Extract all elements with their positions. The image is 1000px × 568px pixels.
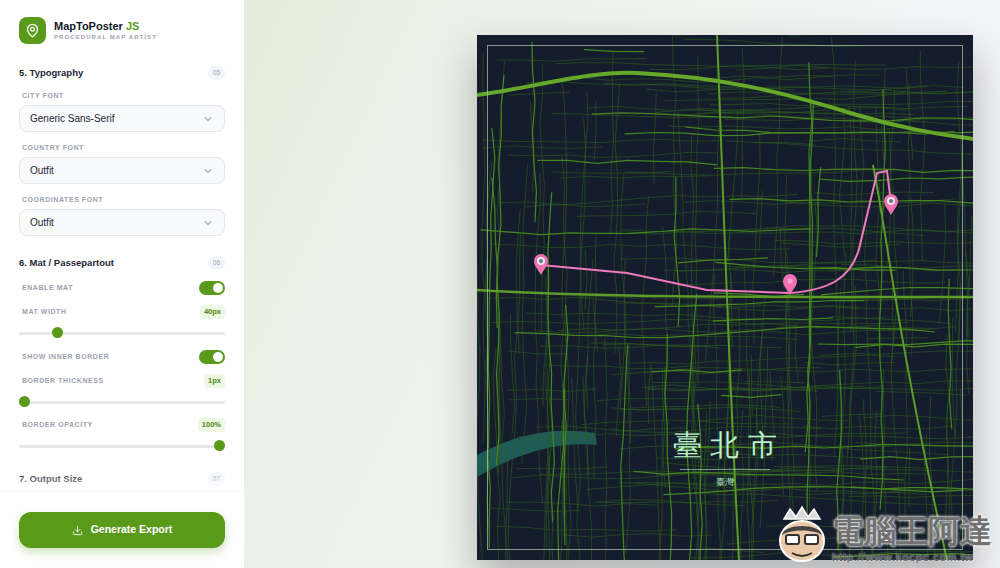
section-title: 7. Output Size (19, 472, 82, 486)
font-select[interactable]: Outfit (19, 157, 225, 184)
section-number: 06 (208, 256, 225, 270)
toggle-row: SHOW INNER BORDER (22, 350, 225, 364)
slider[interactable] (19, 440, 225, 452)
chevron-down-icon (202, 165, 214, 177)
preview-area: 臺北市臺灣電腦王阿達http://www.kocpc.com.tw (245, 0, 1000, 568)
slider-thumb[interactable] (19, 396, 30, 407)
slider[interactable] (19, 327, 225, 339)
select-field: COORDINATES FONT Outfit (19, 195, 225, 236)
field-label: COORDINATES FONT (22, 195, 225, 204)
section-title: 6. Mat / Passepartout (19, 256, 114, 270)
settings-section: 6. Mat / Passepartout 06 ENABLE MAT MAT WID… (19, 254, 225, 452)
select-field: CITY FONT Generic Sans-Serif (19, 91, 225, 132)
settings-section: 7. Output Size 07 (19, 470, 225, 488)
section-number: 05 (208, 66, 225, 80)
section-title: 5. Typography (19, 66, 83, 80)
caption-divider (680, 469, 770, 470)
slider-row: MAT WIDTH 40px (19, 306, 225, 339)
field-label: MAT WIDTH (22, 307, 67, 318)
toggle-switch[interactable] (199, 281, 225, 295)
poster-caption: 臺北市臺灣 (477, 427, 973, 488)
map-pin-icon (884, 194, 898, 215)
font-select[interactable]: Outfit (19, 209, 225, 236)
slider-row: BORDER THICKNESS 1px (19, 375, 225, 408)
select-field: COUNTRY FONT Outfit (19, 143, 225, 184)
value-badge: 1px (204, 374, 225, 387)
slider-thumb[interactable] (52, 327, 63, 338)
settings-section: 5. Typography 05 CITY FONT Generic Sans-Ser… (19, 64, 225, 236)
country-name: 臺灣 (716, 476, 734, 488)
generate-export-button[interactable]: Generate Export (19, 512, 225, 548)
export-bar: Generate Export (0, 491, 244, 568)
section-number: 07 (208, 472, 225, 486)
logo (19, 17, 46, 44)
sidebar: MapToPoster JSPROCEDURAL MAP ARTIST5. Ty… (0, 0, 245, 568)
field-label: BORDER THICKNESS (22, 376, 104, 387)
settings-scroll: 5. Typography 05 CITY FONT Generic Sans-Ser… (0, 60, 244, 491)
field-label: CITY FONT (22, 91, 225, 100)
watermark-url: http://www.kocpc.com.tw (832, 550, 974, 564)
value-badge: 40px (200, 305, 225, 318)
download-icon (72, 525, 83, 536)
city-name: 臺北市 (664, 427, 786, 463)
toggle-row: ENABLE MAT (22, 281, 225, 295)
chevron-down-icon (202, 217, 214, 229)
font-select[interactable]: Generic Sans-Serif (19, 105, 225, 132)
chevron-down-icon (202, 113, 214, 125)
map-pin-icon (25, 23, 40, 38)
app: MapToPoster JSPROCEDURAL MAP ARTIST5. Ty… (0, 0, 1000, 568)
watermark: 電腦王阿達http://www.kocpc.com.tw (774, 505, 992, 565)
map-pin-icon (534, 254, 548, 275)
field-label: BORDER OPACITY (22, 420, 93, 431)
value-badge: 100% (198, 418, 225, 431)
field-label: COUNTRY FONT (22, 143, 225, 152)
poster: 臺北市臺灣 (477, 35, 973, 560)
slider-row: BORDER OPACITY 100% (19, 419, 225, 452)
app-header: MapToPoster JSPROCEDURAL MAP ARTIST (0, 0, 244, 60)
map-pin-icon (783, 274, 797, 295)
mascot-icon (774, 505, 830, 565)
slider-thumb[interactable] (214, 440, 225, 451)
slider[interactable] (19, 396, 225, 408)
watermark-title: 電腦王阿達 (832, 512, 992, 550)
app-subtitle: PROCEDURAL MAP ARTIST (54, 33, 157, 42)
toggle-switch[interactable] (199, 350, 225, 364)
app-title: MapToPoster JS (54, 19, 157, 33)
